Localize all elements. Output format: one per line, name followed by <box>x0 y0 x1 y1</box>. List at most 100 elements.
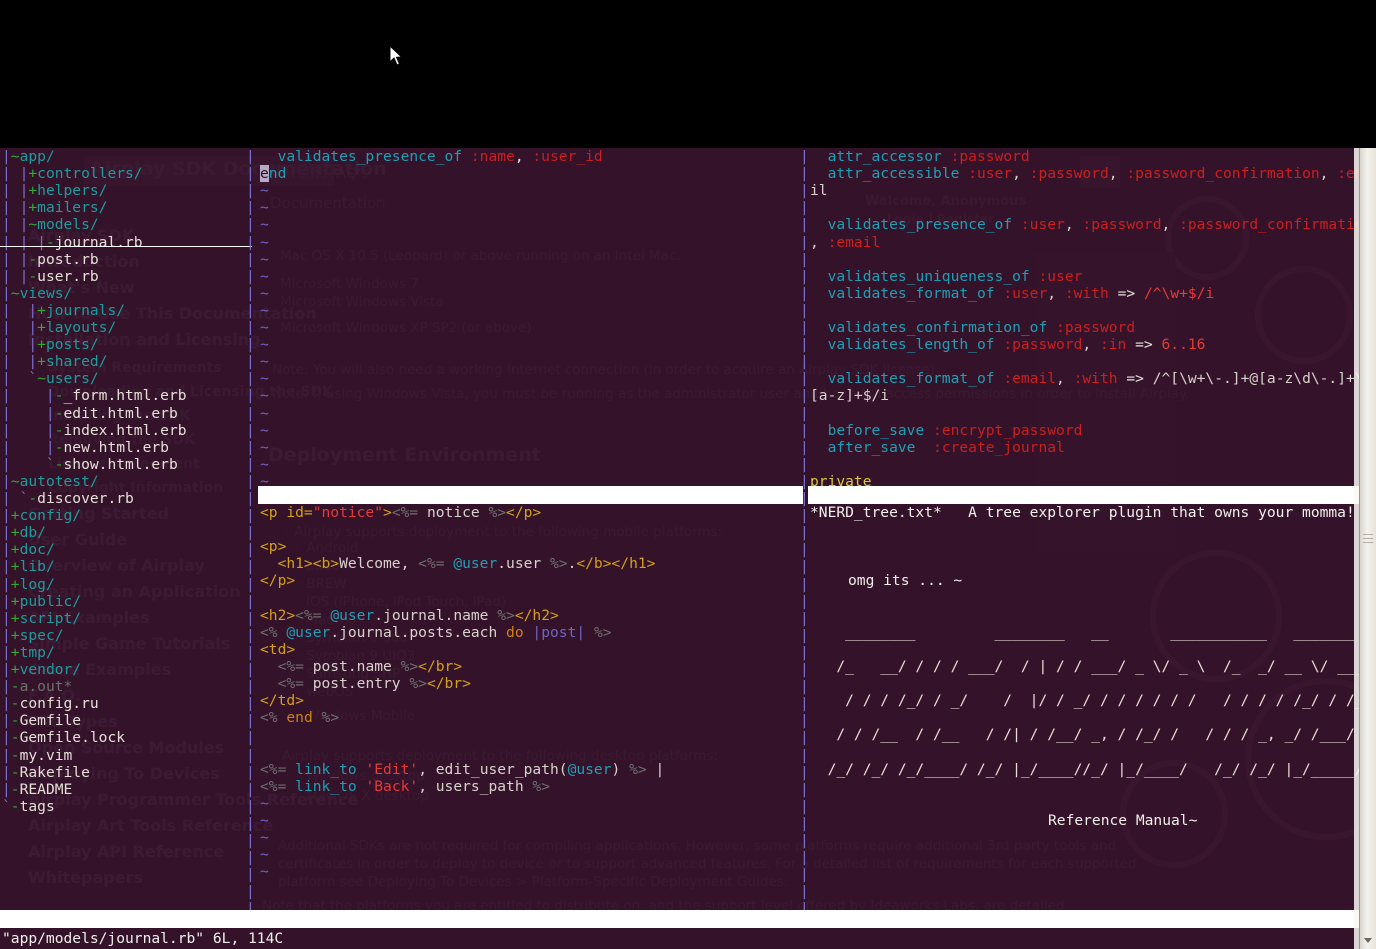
nerdtree-entry-name[interactable]: Gemfile.lock <box>20 729 125 746</box>
nerdtree-entry-name[interactable]: log/ <box>20 576 55 593</box>
nerdtree-row[interactable]: |+public/ <box>2 593 81 610</box>
nerdtree-entry-name[interactable]: layouts/ <box>46 319 116 336</box>
nerdtree-marker[interactable]: - <box>11 712 20 729</box>
code-line[interactable]: <% end %> <box>260 709 339 726</box>
nerdtree-marker[interactable]: - <box>11 747 20 764</box>
code-line-wrap[interactable]: il <box>810 182 828 199</box>
nerdtree-marker[interactable]: + <box>37 353 46 370</box>
nerdtree-entry-name[interactable]: _form.html.erb <box>64 387 187 404</box>
nerdtree-entry-name[interactable]: posts/ <box>46 336 99 353</box>
nerdtree-entry-name[interactable]: journal.rb <box>55 234 143 251</box>
nerdtree-marker[interactable]: + <box>28 182 37 199</box>
nerdtree-entry-name[interactable]: journals/ <box>46 302 125 319</box>
nerdtree-row[interactable]: |+log/ <box>2 576 55 593</box>
nerdtree-row[interactable]: | `~users/ <box>2 370 99 387</box>
nerdtree-marker[interactable]: - <box>28 268 37 285</box>
code-line[interactable]: end <box>260 165 286 183</box>
nerdtree-marker[interactable]: + <box>28 199 37 216</box>
nerdtree-row[interactable]: | |+shared/ <box>2 353 107 370</box>
code-line[interactable]: validates_presence_of :user, :password, … <box>810 216 1368 233</box>
vim-command-line[interactable]: "app/models/journal.rb" 6L, 114C <box>2 930 283 947</box>
nerdtree-marker[interactable]: + <box>37 302 46 319</box>
nerdtree-entry-name[interactable]: lib/ <box>20 558 55 575</box>
scrollbar-down-arrow[interactable] <box>1364 938 1372 943</box>
nerdtree-entry-name[interactable]: users/ <box>46 370 99 387</box>
nerdtree-entry-name[interactable]: helpers/ <box>37 182 107 199</box>
nerdtree-row[interactable]: |-README <box>2 781 72 798</box>
nerdtree-row[interactable]: | |+posts/ <box>2 336 99 353</box>
code-line[interactable]: before_save :encrypt_password <box>810 422 1083 439</box>
nerdtree-marker[interactable]: + <box>28 165 37 182</box>
nerdtree-row[interactable]: |-config.ru <box>2 695 99 712</box>
nerdtree-row[interactable]: | |-index.html.erb <box>2 422 187 439</box>
nerdtree-row[interactable]: | |-_form.html.erb <box>2 387 187 404</box>
nerdtree-row[interactable]: | |+helpers/ <box>2 182 107 199</box>
nerdtree-entry-name[interactable]: user.rb <box>37 268 99 285</box>
code-line[interactable]: after_save :create_journal <box>810 439 1065 456</box>
nerdtree-marker[interactable]: ~ <box>11 148 20 165</box>
nerdtree-marker[interactable]: - <box>11 781 20 798</box>
nerdtree-entry-name[interactable]: show.html.erb <box>64 456 178 473</box>
nerdtree-row[interactable]: |+spec/ <box>2 627 64 644</box>
nerdtree-row[interactable]: |+lib/ <box>2 558 55 575</box>
nerdtree-entry-name[interactable]: mailers/ <box>37 199 107 216</box>
nerdtree-entry-name[interactable]: config/ <box>20 507 82 524</box>
nerdtree-marker[interactable]: + <box>11 558 20 575</box>
nerdtree-marker[interactable]: + <box>11 507 20 524</box>
nerdtree-row[interactable]: | | |-journal.rb <box>2 234 143 251</box>
code-line[interactable]: private <box>810 473 872 486</box>
code-line[interactable]: validates_confirmation_of :password <box>810 319 1136 336</box>
nerdtree-marker[interactable]: + <box>11 524 20 541</box>
nerdtree-entry-name[interactable]: Rakefile <box>20 764 90 781</box>
nerdtree-marker[interactable]: - <box>11 729 20 746</box>
nerdtree-row[interactable]: | `-show.html.erb <box>2 456 178 473</box>
nerdtree-entry-name[interactable]: post.rb <box>37 251 99 268</box>
gvim-window[interactable]: |~app/| |+controllers/| |+helpers/| |+ma… <box>0 148 1376 949</box>
code-line[interactable]: attr_accessible :user, :password, :passw… <box>810 165 1368 182</box>
code-line[interactable]: <% @user.journal.posts.each do |post| %> <box>260 624 612 641</box>
nerdtree-entry-name[interactable]: db/ <box>20 524 46 541</box>
code-line[interactable]: </td> <box>260 692 304 709</box>
journal-rb-pane[interactable]: validates_presence_of :name, :user_id end… <box>258 148 798 486</box>
nerdtree-entry-name[interactable]: public/ <box>20 593 82 610</box>
nerdtree-entry-name[interactable]: script/ <box>20 610 82 627</box>
nerdtree-entry-name[interactable]: config.ru <box>20 695 99 712</box>
nerdtree-marker[interactable]: + <box>11 644 20 661</box>
nerdtree-row[interactable]: |-a.out* <box>2 678 72 695</box>
nerdtree-entry-name[interactable]: models/ <box>37 216 99 233</box>
nerdtree-entry-name[interactable]: tmp/ <box>20 644 55 661</box>
nerdtree-row[interactable]: |+config/ <box>2 507 81 524</box>
nerdtree-entry-name[interactable]: autotest/ <box>20 473 99 490</box>
nerdtree-entry-name[interactable]: new.html.erb <box>64 439 169 456</box>
nerdtree-marker[interactable]: - <box>46 234 55 251</box>
code-line[interactable]: attr_accessor :password <box>810 148 1030 165</box>
nerdtree-row[interactable]: |-Rakefile <box>2 764 90 781</box>
nerdtree-entry-name[interactable]: a.out* <box>20 678 73 695</box>
nerdtree-marker[interactable]: + <box>11 541 20 558</box>
nerdtree-marker[interactable]: + <box>37 319 46 336</box>
nerdtree-row[interactable]: | |~models/ <box>2 216 99 233</box>
show-erb-pane[interactable]: <p id="notice"><%= notice %></p> <p> <h1>… <box>258 504 798 910</box>
window-scrollbar[interactable] <box>1359 148 1376 949</box>
nerdtree-entry-name[interactable]: my.vim <box>20 747 73 764</box>
code-line[interactable]: <%= post.entry %></br> <box>260 675 471 692</box>
nerdtree-row[interactable]: |-Gemfile <box>2 712 81 729</box>
nerdtree-row[interactable]: |+db/ <box>2 524 46 541</box>
code-line[interactable]: <h2><%= @user.journal.name %></h2> <box>260 607 559 624</box>
nerdtree-marker[interactable]: + <box>11 661 20 678</box>
code-line-wrap[interactable]: , :email <box>810 234 880 251</box>
nerdtree-marker[interactable]: ~ <box>37 370 46 387</box>
nerdtree-row[interactable]: | `-discover.rb <box>2 490 134 507</box>
nerdtree-marker[interactable]: - <box>55 422 64 439</box>
nerdtree-entry-name[interactable]: views/ <box>20 285 73 302</box>
nerd-tree-doc-pane[interactable]: *NERD_tree.txt* A tree explorer plugin t… <box>808 504 1368 910</box>
code-line[interactable]: <h1><b>Welcome, <%= @user.user %>.</b></… <box>260 555 656 572</box>
nerdtree-marker[interactable]: - <box>11 764 20 781</box>
code-line[interactable]: <%= post.name %></br> <box>260 658 463 675</box>
nerdtree-entry-name[interactable]: shared/ <box>46 353 108 370</box>
user-rb-pane[interactable]: attr_accessor :password attr_accessible … <box>808 148 1368 486</box>
nerdtree-marker[interactable]: - <box>55 405 64 422</box>
nerdtree-entry-name[interactable]: index.html.erb <box>64 422 187 439</box>
code-line[interactable]: validates_presence_of :name, :user_id <box>260 148 603 165</box>
nerdtree-entry-name[interactable]: README <box>20 781 73 798</box>
